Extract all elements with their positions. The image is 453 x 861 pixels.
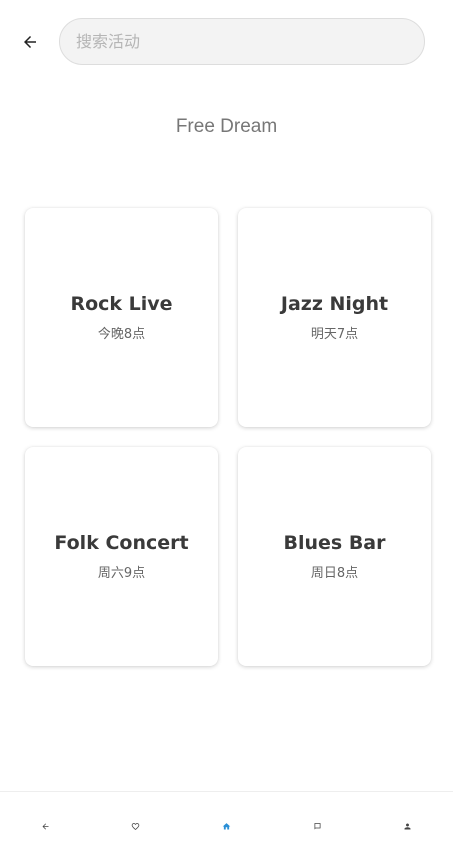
search-input[interactable]: [74, 31, 424, 52]
person-icon: [404, 823, 411, 830]
nav-back-button[interactable]: [25, 807, 65, 847]
search-box[interactable]: [59, 18, 425, 65]
event-grid: Rock Live 今晚8点 Jazz Night 明天7点 Folk Conc…: [25, 208, 431, 666]
event-time: 周六9点: [97, 566, 146, 581]
event-title: Jazz Night: [280, 293, 389, 315]
nav-favorites-button[interactable]: [116, 807, 156, 847]
bottom-navigation: [0, 791, 453, 861]
heart-icon: [132, 823, 140, 831]
event-card-blues-bar[interactable]: Blues Bar 周日8点: [238, 447, 431, 666]
nav-profile-button[interactable]: [388, 807, 428, 847]
back-button[interactable]: [14, 26, 46, 58]
event-title: Rock Live: [70, 293, 173, 315]
event-title: Blues Bar: [283, 532, 386, 554]
event-card-jazz-night[interactable]: Jazz Night 明天7点: [238, 208, 431, 427]
top-bar: [0, 0, 453, 84]
back-arrow-icon: [42, 823, 49, 830]
event-time: 周日8点: [310, 566, 359, 581]
home-icon: [222, 823, 231, 830]
arrow-left-icon: [24, 36, 36, 48]
nav-messages-button[interactable]: [297, 807, 337, 847]
event-time: 今晚8点: [97, 327, 146, 342]
nav-home-button[interactable]: [206, 807, 246, 847]
page-title: Free Dream: [175, 116, 278, 137]
event-title: Folk Concert: [54, 532, 189, 554]
event-card-rock-live[interactable]: Rock Live 今晚8点: [25, 208, 218, 427]
event-card-folk-concert[interactable]: Folk Concert 周六9点: [25, 447, 218, 666]
event-time: 明天7点: [310, 327, 359, 342]
book-icon: [314, 823, 321, 830]
